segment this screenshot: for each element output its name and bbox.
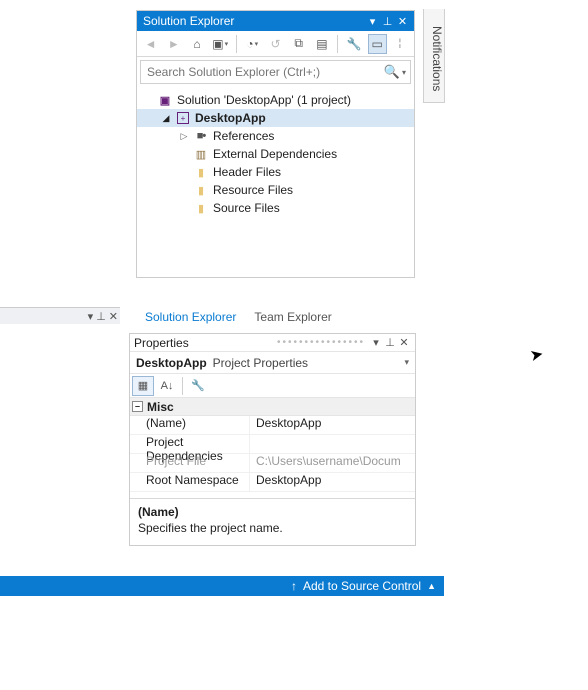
search-input[interactable] <box>145 64 384 80</box>
folder-icon: ▮ <box>193 183 209 197</box>
property-help-title: (Name) <box>138 505 407 519</box>
source-files-node[interactable]: ▮ Source Files <box>137 199 414 217</box>
folder-icon: ▮ <box>193 201 209 215</box>
solution-explorer-toolbar: ◄ ► ⌂ ▣▾ ◔▾ ↺ ⧉ ▤ 🔧 ▭ ¦ <box>137 31 414 57</box>
close-icon[interactable]: ✕ <box>397 336 411 349</box>
publish-arrow-icon[interactable]: ↑ <box>291 579 297 593</box>
property-row-dependencies[interactable]: Project Dependencies <box>130 435 415 454</box>
property-row-name[interactable]: (Name) DesktopApp <box>130 416 415 435</box>
external-deps-label: External Dependencies <box>213 147 337 161</box>
properties-titlebar[interactable]: Properties •••••••••••••••• ▾ ⊥ ✕ <box>130 334 415 352</box>
separator <box>337 35 338 53</box>
separator <box>236 35 237 53</box>
chevron-right-icon[interactable]: ▷ <box>179 131 189 142</box>
categorized-view-button[interactable]: ▦ <box>132 376 154 396</box>
solution-icon: ▣ <box>157 93 173 107</box>
external-deps-icon: ▥ <box>193 147 209 161</box>
properties-object-name: DesktopApp <box>136 356 207 370</box>
property-value[interactable]: DesktopApp <box>250 473 415 491</box>
property-help-pane: (Name) Specifies the project name. <box>130 498 415 545</box>
dropdown-chevron-icon[interactable]: ▾ <box>369 336 383 349</box>
solution-explorer-titlebar[interactable]: Solution Explorer ▾ ⊥ ✕ <box>137 11 414 31</box>
solution-explorer-search[interactable]: 🔍 ▾ <box>140 60 411 84</box>
resource-files-node[interactable]: ▮ Resource Files <box>137 181 414 199</box>
panel-title: Solution Explorer <box>141 14 365 28</box>
property-category-misc[interactable]: – Misc <box>130 398 415 416</box>
status-bar: ↑ Add to Source Control ▲ <box>0 576 444 596</box>
toolbar-overflow-icon[interactable]: ¦ <box>391 34 410 54</box>
scope-view-button[interactable]: ▣▾ <box>211 34 230 54</box>
add-to-source-control-button[interactable]: Add to Source Control <box>303 579 421 593</box>
pin-icon[interactable]: ⊥ <box>383 336 397 349</box>
header-files-label: Header Files <box>213 165 281 179</box>
solution-tree[interactable]: ▣ Solution 'DesktopApp' (1 project) ◢ + … <box>137 87 414 277</box>
property-value: C:\Users\username\Docum <box>250 454 415 472</box>
resource-files-label: Resource Files <box>213 183 293 197</box>
properties-panel: Properties •••••••••••••••• ▾ ⊥ ✕ Deskto… <box>129 333 416 546</box>
notifications-tab[interactable]: Notifications <box>423 9 445 103</box>
property-value[interactable]: DesktopApp <box>250 416 415 434</box>
source-files-label: Source Files <box>213 201 280 215</box>
pending-changes-filter-button[interactable]: ◔▾ <box>243 34 262 54</box>
dropdown-chevron-icon[interactable]: ▾ <box>404 357 409 368</box>
dropdown-chevron-icon[interactable]: ▾ <box>365 15 380 28</box>
dropdown-chevron-icon[interactable]: ▾ <box>88 310 94 323</box>
properties-object-selector[interactable]: DesktopApp Project Properties ▾ <box>130 352 415 374</box>
show-all-files-button[interactable]: ▤ <box>312 34 331 54</box>
property-key: Project Dependencies <box>130 435 250 453</box>
search-dropdown-icon[interactable]: ▾ <box>402 68 406 77</box>
pin-icon[interactable]: ⊥ <box>380 15 395 28</box>
separator <box>182 377 183 395</box>
external-deps-node[interactable]: ▥ External Dependencies <box>137 145 414 163</box>
mouse-cursor-icon: ➤ <box>528 344 545 366</box>
forward-button[interactable]: ► <box>164 34 183 54</box>
home-icon[interactable]: ⌂ <box>187 34 206 54</box>
properties-icon[interactable]: 🔧 <box>344 34 363 54</box>
close-icon[interactable]: ✕ <box>109 310 118 323</box>
left-panel-tabstrip-stub: ▾ ⊥ ✕ <box>0 307 120 324</box>
solution-explorer-tabstrip: Solution Explorer Team Explorer <box>136 308 415 328</box>
collapse-all-button[interactable]: ⧉ <box>289 34 308 54</box>
preview-selected-button[interactable]: ▭ <box>368 34 387 54</box>
property-key: (Name) <box>130 416 250 434</box>
grip-icon: •••••••••••••••• <box>277 337 365 348</box>
properties-object-type: Project Properties <box>213 356 308 370</box>
property-pages-button[interactable]: 🔧 <box>187 376 209 396</box>
references-node[interactable]: ▷ ■• References <box>137 127 414 145</box>
tab-team-explorer[interactable]: Team Explorer <box>245 307 340 328</box>
project-node[interactable]: ◢ + DesktopApp <box>137 109 414 127</box>
back-button[interactable]: ◄ <box>141 34 160 54</box>
property-row-project-file[interactable]: Project File C:\Users\username\Docum <box>130 454 415 473</box>
sync-views-button[interactable]: ↺ <box>266 34 285 54</box>
solution-node[interactable]: ▣ Solution 'DesktopApp' (1 project) <box>137 91 414 109</box>
header-files-node[interactable]: ▮ Header Files <box>137 163 414 181</box>
project-label: DesktopApp <box>195 111 266 125</box>
references-icon: ■• <box>193 129 209 143</box>
property-row-root-namespace[interactable]: Root Namespace DesktopApp <box>130 473 415 492</box>
folder-icon: ▮ <box>193 165 209 179</box>
references-label: References <box>213 129 274 143</box>
tab-solution-explorer[interactable]: Solution Explorer <box>136 307 245 328</box>
properties-toolbar: ▦ A↓ 🔧 <box>130 374 415 398</box>
pin-icon[interactable]: ⊥ <box>96 310 106 323</box>
properties-title: Properties <box>134 336 273 350</box>
search-icon[interactable]: 🔍 <box>384 64 400 80</box>
alphabetical-view-button[interactable]: A↓ <box>156 376 178 396</box>
category-label: Misc <box>147 400 174 414</box>
chevron-up-icon[interactable]: ▲ <box>427 581 436 591</box>
project-icon: + <box>175 111 191 125</box>
chevron-down-icon[interactable]: ◢ <box>161 113 171 124</box>
collapse-icon[interactable]: – <box>132 401 143 412</box>
solution-explorer-panel: Solution Explorer ▾ ⊥ ✕ ◄ ► ⌂ ▣▾ ◔▾ ↺ ⧉ … <box>136 10 415 278</box>
property-help-text: Specifies the project name. <box>138 521 407 535</box>
solution-label: Solution 'DesktopApp' (1 project) <box>177 93 351 107</box>
close-icon[interactable]: ✕ <box>395 15 410 28</box>
property-value[interactable] <box>250 435 415 453</box>
property-key: Project File <box>130 454 250 472</box>
property-key: Root Namespace <box>130 473 250 491</box>
